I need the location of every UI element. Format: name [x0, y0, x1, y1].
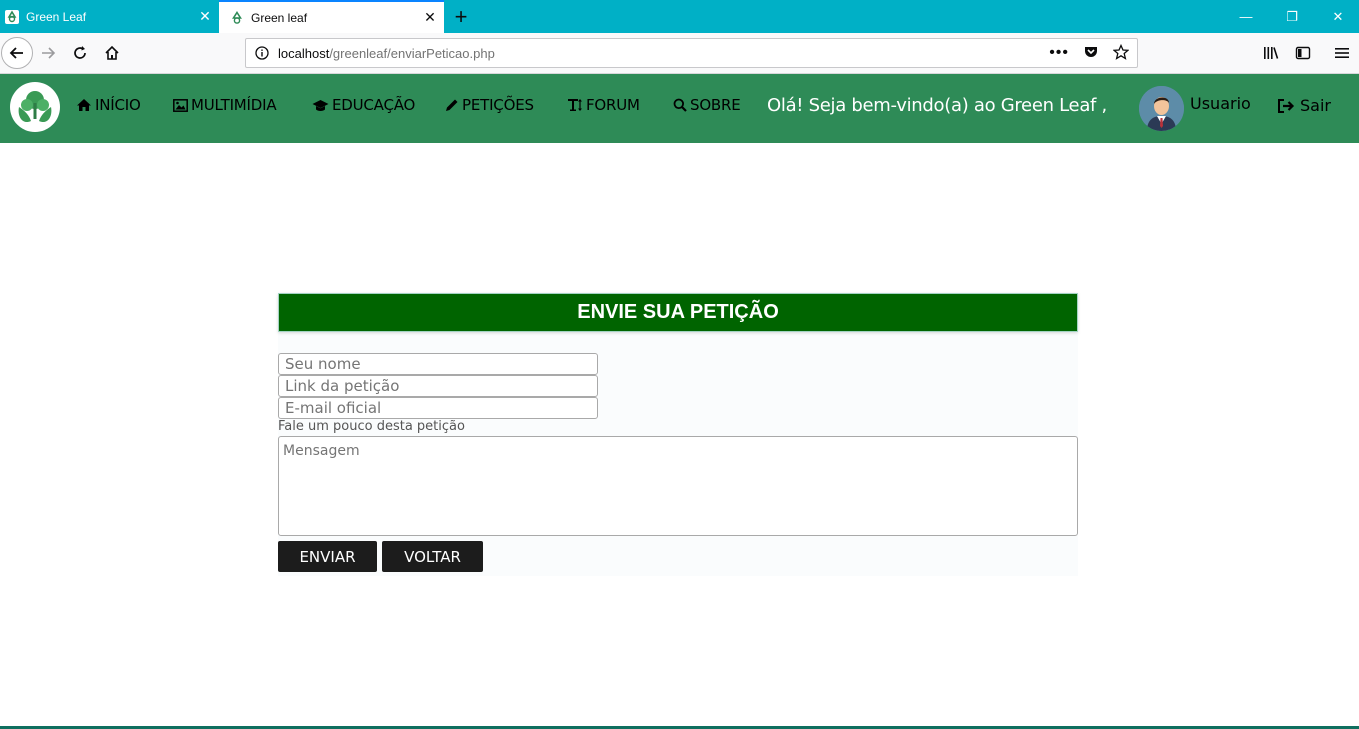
sign-out-icon — [1278, 98, 1295, 113]
url-host: localhost — [278, 45, 330, 61]
window-close-icon[interactable]: ✕ — [1315, 0, 1359, 33]
menu-item-label: SOBRE — [690, 96, 741, 114]
more-actions-icon[interactable]: ••• — [1049, 44, 1069, 62]
sidebar-icon[interactable] — [1288, 38, 1318, 68]
forward-button[interactable] — [33, 38, 63, 68]
recycle-icon — [229, 10, 245, 26]
arrow-right-icon — [42, 47, 56, 59]
form-header: ENVIE SUA PETIÇÃO — [278, 293, 1078, 332]
menu-item-label: FORUM — [586, 96, 640, 114]
message-hint: Fale um pouco desta petição — [278, 419, 465, 434]
home-button[interactable] — [97, 38, 127, 68]
home-icon — [105, 45, 119, 60]
text-height-icon — [568, 99, 582, 111]
browser-tab-title: Green Leaf — [26, 9, 87, 24]
submit-button[interactable]: ENVIAR — [278, 541, 377, 572]
home-icon — [77, 99, 91, 111]
petition-link-input[interactable] — [278, 375, 598, 397]
user-avatar[interactable] — [1139, 86, 1184, 131]
url-path: /greenleaf/enviarPeticao.php — [329, 45, 495, 61]
new-tab-button[interactable]: + — [448, 0, 474, 33]
url-text[interactable]: localhost/greenleaf/enviarPeticao.php — [278, 46, 1049, 61]
reload-icon — [74, 46, 86, 59]
form-title: ENVIE SUA PETIÇÃO — [577, 301, 779, 323]
arrow-left-icon — [9, 47, 23, 59]
welcome-message: Olá! Seja bem-vindo(a) ao Green Leaf , — [767, 95, 1107, 116]
close-icon[interactable]: ✕ — [191, 8, 219, 25]
browser-tab-1[interactable]: Green Leaf ✕ — [0, 0, 219, 33]
menu-item-peticoes[interactable]: PETIÇÕES — [445, 96, 534, 114]
search-icon — [673, 98, 687, 112]
browser-tab-title: Green leaf — [251, 10, 308, 25]
menu-item-forum[interactable]: FORUM — [567, 96, 640, 114]
menu-item-label: INÍCIO — [95, 96, 141, 114]
username[interactable]: Usuario — [1190, 94, 1251, 113]
restore-icon[interactable]: ❐ — [1269, 0, 1315, 33]
email-input[interactable] — [278, 397, 598, 419]
close-icon[interactable]: ✕ — [416, 9, 444, 26]
back-form-button[interactable]: VOLTAR — [382, 541, 483, 572]
image-icon — [173, 98, 188, 112]
pencil-icon — [446, 99, 458, 111]
browser-nav-bar: localhost/greenleaf/enviarPeticao.php ••… — [0, 33, 1359, 74]
menu-item-label: MULTIMÍDIA — [191, 96, 277, 114]
menu-item-multimidia[interactable]: MULTIMÍDIA — [173, 96, 277, 114]
menu-item-inicio[interactable]: INÍCIO — [76, 96, 141, 114]
reload-button[interactable] — [65, 38, 95, 68]
minimize-icon[interactable]: — — [1223, 0, 1269, 33]
menu-item-sobre[interactable]: SOBRE — [673, 96, 741, 114]
url-bar[interactable]: localhost/greenleaf/enviarPeticao.php ••… — [245, 38, 1138, 68]
menu-item-label: EDUCAÇÃO — [332, 96, 416, 114]
site-header: INÍCIO MULTIMÍDIA EDUCAÇÃO PETIÇÕES FORU… — [0, 74, 1359, 143]
menu-item-label: PETIÇÕES — [462, 96, 534, 114]
pocket-icon[interactable] — [1083, 44, 1099, 63]
menu-item-educacao[interactable]: EDUCAÇÃO — [312, 96, 415, 114]
library-icon[interactable] — [1256, 38, 1286, 68]
hamburger-menu-icon[interactable] — [1327, 38, 1357, 68]
browser-tab-strip: Green Leaf ✕ Green leaf ✕ + — ❐ ✕ — [0, 0, 1359, 33]
logout-button[interactable]: Sair — [1277, 96, 1331, 115]
logout-label: Sair — [1300, 96, 1331, 115]
info-icon[interactable] — [246, 46, 278, 60]
browser-tab-2[interactable]: Green leaf ✕ — [219, 0, 444, 33]
bookmark-star-icon[interactable] — [1112, 43, 1130, 63]
petition-form: ENVIE SUA PETIÇÃO Fale um pouco desta pe… — [278, 293, 1078, 576]
graduation-cap-icon — [312, 99, 329, 111]
back-button[interactable] — [1, 37, 33, 69]
name-input[interactable] — [278, 353, 598, 375]
message-textarea[interactable] — [278, 436, 1078, 536]
logo-tree-icon[interactable] — [10, 82, 60, 132]
recycle-icon — [4, 9, 20, 25]
